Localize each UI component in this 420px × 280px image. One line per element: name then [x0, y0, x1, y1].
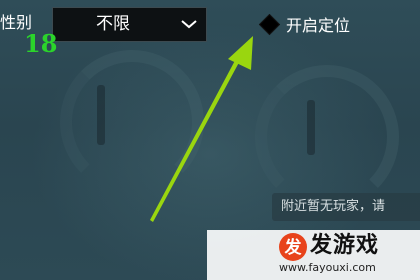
gender-dropdown[interactable]: 不限 — [52, 7, 207, 42]
background-decoration — [307, 100, 315, 155]
chevron-down-icon — [181, 20, 197, 29]
location-toggle-label: 开启定位 — [286, 16, 351, 35]
background-decoration — [255, 65, 399, 209]
background-decoration — [60, 50, 204, 194]
age-value: 18 — [24, 29, 58, 58]
background-decoration — [97, 85, 105, 145]
location-toggle[interactable]: 开启定位 — [258, 10, 350, 38]
watermark-logo-icon: 发 — [279, 233, 307, 261]
gender-selected-value: 不限 — [96, 14, 130, 34]
game-lobby-screen: 性别 不限 18 开启定位 附近暂无玩家，请 发 发游戏 www.fayouxi… — [0, 0, 420, 280]
svg-text:发: 发 — [284, 237, 303, 258]
watermark-url: www.fayouxi.com — [279, 261, 376, 274]
watermark-name: 发游戏 — [310, 233, 380, 258]
diamond-checkbox-icon[interactable] — [258, 13, 281, 35]
nearby-players-message: 附近暂无玩家，请 — [272, 193, 420, 221]
